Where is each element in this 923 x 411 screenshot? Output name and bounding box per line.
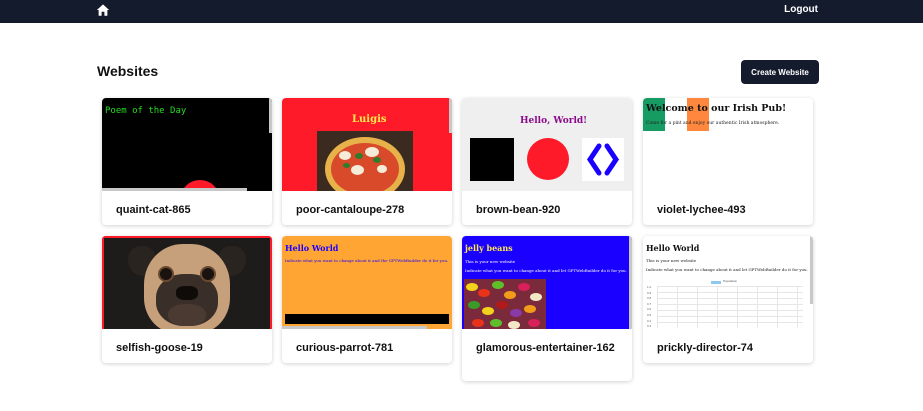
chart-tick-label: 0.4	[647, 318, 652, 323]
website-preview	[102, 236, 272, 329]
website-name: quaint-cat-865	[116, 204, 191, 216]
website-card[interactable]: jelly beans This is your new website Ind…	[462, 236, 632, 381]
preview-scrollbar[interactable]	[449, 98, 452, 133]
preview-heading: Hello World	[285, 243, 339, 253]
preview-line-2: Indicate what you want to change about i…	[646, 267, 808, 272]
preview-heading: Welcome to our Irish Pub!	[646, 103, 787, 114]
preview-code-icon	[582, 138, 624, 181]
website-preview: Luigis	[282, 98, 452, 191]
chart-legend-swatch	[711, 281, 721, 284]
preview-heading: Poem of the Day	[105, 106, 187, 116]
preview-scrollbar[interactable]	[629, 236, 632, 329]
preview-body-text: Come for a pint and enjoy our authentic …	[646, 121, 780, 126]
website-card[interactable]: Hello World This is your new website Ind…	[643, 236, 813, 363]
website-card[interactable]: Luigis poor-cantaloupe-278	[282, 98, 452, 225]
chart-y-axis: 1.0 0.9 0.8 0.7 0.6 0.5 0.4 0.3	[647, 285, 657, 329]
logout-link[interactable]: Logout	[784, 4, 818, 15]
website-preview: jelly beans This is your new website Ind…	[462, 236, 632, 329]
website-preview: Hello World This is your new website Ind…	[643, 236, 813, 329]
chart-tick-label: 0.5	[647, 313, 652, 317]
home-icon[interactable]	[96, 3, 110, 17]
preview-black-square	[470, 138, 514, 181]
chart-tick-label: 0.8	[647, 296, 652, 301]
website-name: poor-cantaloupe-278	[296, 204, 405, 216]
page-title: Websites	[97, 63, 159, 79]
website-name: selfish-goose-19	[116, 342, 203, 354]
preview-heading: Hello, World!	[520, 116, 588, 126]
preview-body-text: Indicate what you want to change about i…	[285, 258, 449, 263]
preview-heading: jelly beans	[465, 243, 513, 253]
preview-footer-bar	[285, 314, 449, 324]
preview-scrollbar[interactable]	[269, 98, 272, 133]
website-card[interactable]: selfish-goose-19	[102, 236, 272, 363]
chart-grid	[657, 286, 803, 328]
preview-red-circle	[527, 138, 569, 180]
pizza-image	[317, 131, 413, 191]
preview-heading: Hello World	[646, 243, 700, 253]
website-name: violet-lychee-493	[657, 204, 746, 216]
website-preview: Poem of the Day	[102, 98, 272, 191]
pug-image	[128, 240, 246, 329]
website-card[interactable]: Hello World Indicate what you want to ch…	[282, 236, 452, 363]
preview-line-1: This is your new website	[646, 258, 697, 263]
chart-tick-label: 1.0	[647, 285, 652, 289]
chart-legend-label: Population	[723, 279, 738, 283]
chart-tick-label: 0.6	[647, 307, 652, 312]
website-card[interactable]: Hello, World! brown-bean-920	[462, 98, 632, 225]
preview-scrollbar-horizontal[interactable]	[102, 188, 247, 191]
jelly-beans-image	[464, 279, 546, 329]
top-navbar: Logout	[0, 0, 923, 23]
chart-tick-label: 0.7	[647, 301, 652, 306]
website-name: curious-parrot-781	[296, 342, 394, 354]
preview-line-2: Indicate what you want to change about i…	[465, 268, 627, 273]
website-card[interactable]: Welcome to our Irish Pub! Come for a pin…	[643, 98, 813, 225]
preview-heading: Luigis	[352, 114, 387, 125]
preview-scrollbar-horizontal[interactable]	[282, 326, 427, 329]
preview-chart: Population 1.0 0.9 0.8 0.7 0.6 0.5 0.4 0.3	[645, 277, 805, 329]
website-preview: Hello World Indicate what you want to ch…	[282, 236, 452, 329]
website-name: prickly-director-74	[657, 342, 753, 354]
preview-scrollbar[interactable]	[810, 236, 813, 304]
chart-tick-label: 0.3	[647, 324, 652, 329]
website-preview: Hello, World!	[462, 98, 632, 191]
create-website-button[interactable]: Create Website	[741, 60, 819, 84]
website-name: glamorous-entertainer-162	[476, 342, 615, 354]
chart-tick-label: 0.9	[647, 290, 652, 295]
website-name: brown-bean-920	[476, 204, 561, 216]
website-preview: Welcome to our Irish Pub! Come for a pin…	[643, 98, 813, 191]
website-card[interactable]: Poem of the Day quaint-cat-865	[102, 98, 272, 225]
preview-line-1: This is your new website	[465, 259, 516, 264]
